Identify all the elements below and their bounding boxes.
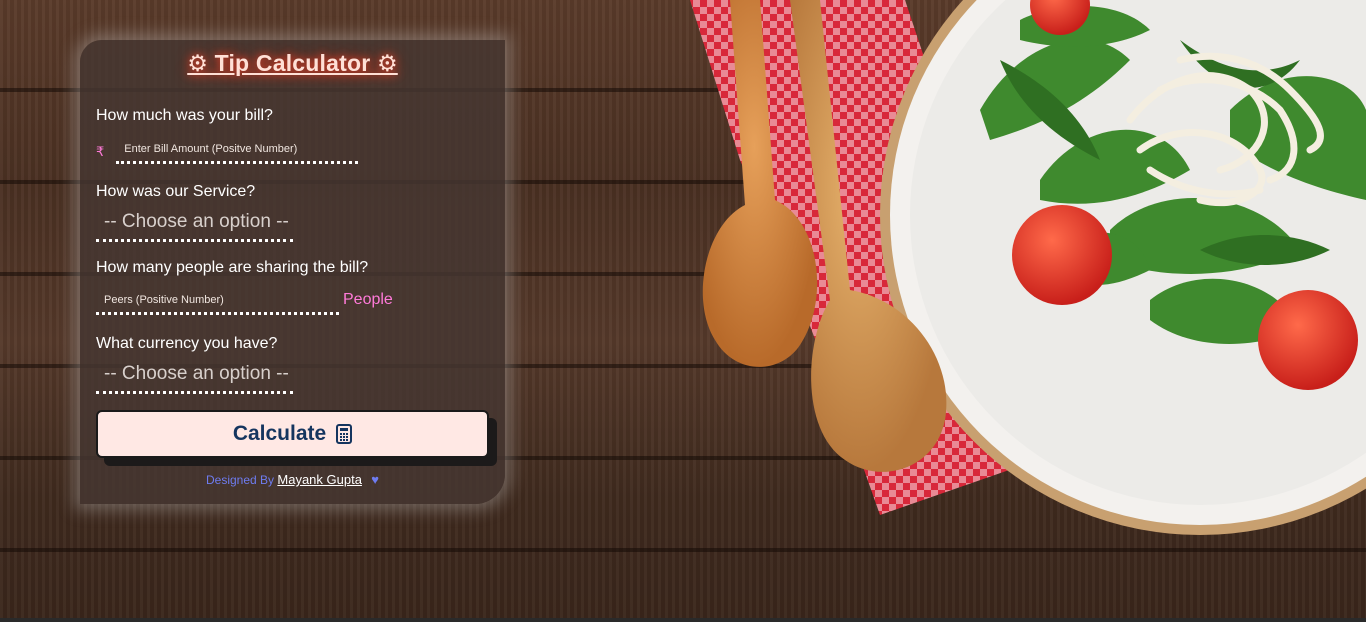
heart-icon: ♥: [371, 472, 379, 487]
calculate-button[interactable]: Calculate: [96, 410, 489, 458]
bill-amount-input[interactable]: [116, 139, 359, 164]
calculator-icon: [336, 424, 353, 444]
service-question-label: How was our Service?: [96, 183, 256, 200]
bill-question-label: How much was your bill?: [96, 107, 273, 124]
currency-select[interactable]: -- Choose an option --: [96, 358, 293, 394]
currency-question-label: What currency you have?: [96, 335, 278, 352]
people-suffix-label: People: [343, 291, 393, 308]
footer-credit: Designed By Mayank Gupta ♥: [80, 472, 505, 487]
author-link[interactable]: Mayank Gupta: [277, 472, 362, 487]
designed-by-label: Designed By: [206, 473, 275, 487]
tip-calculator-card: ⚙ Tip Calculator ⚙ How much was your bil…: [80, 40, 505, 504]
rupee-icon: ₹: [96, 143, 105, 159]
app-title: ⚙ Tip Calculator ⚙: [187, 50, 398, 76]
bill-input-row: ₹: [96, 139, 359, 164]
bottom-strip: [0, 618, 1366, 622]
people-question-label: How many people are sharing the bill?: [96, 259, 369, 276]
people-count-input[interactable]: [96, 290, 339, 315]
calculate-button-label: Calculate: [232, 422, 327, 445]
service-select[interactable]: -- Choose an option --: [96, 206, 293, 242]
